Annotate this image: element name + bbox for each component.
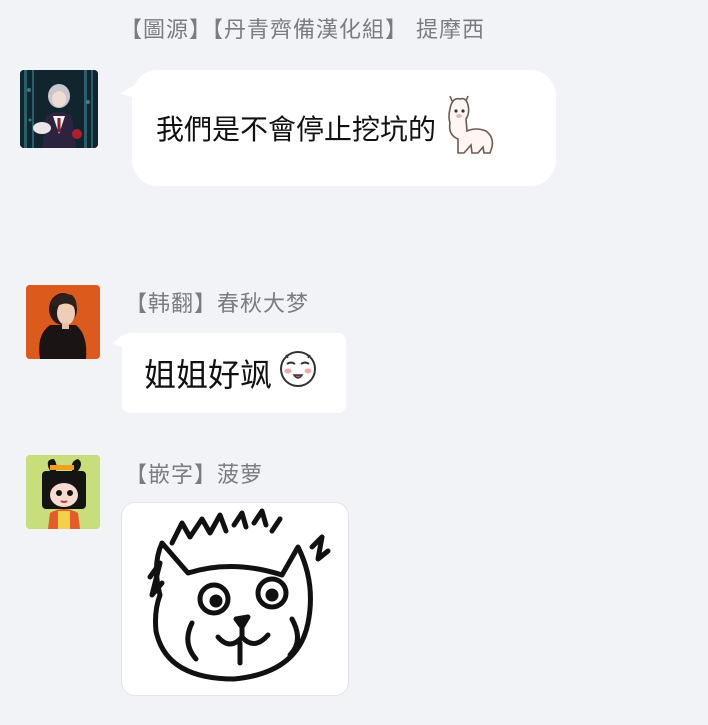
cat-face-sticker-icon (147, 508, 331, 682)
avatar[interactable] (26, 285, 100, 359)
blushing-face-emoji-icon (278, 349, 318, 397)
sender-name: 【韩翻】春秋大梦 (125, 292, 310, 317)
message-bubble[interactable]: 姐姐好飒 (122, 333, 346, 413)
avatar[interactable] (26, 455, 100, 529)
message-text: 我們是不會停止挖坑的 (156, 113, 437, 146)
cat-sticker[interactable] (121, 502, 349, 696)
message-bubble[interactable]: 我們是不會停止挖坑的 (132, 70, 556, 186)
sender-name: 【嵌字】菠萝 (125, 463, 264, 488)
sender-name: 【圖源】【丹青齊備漢化組】 提摩西 (120, 18, 485, 43)
avatar[interactable] (20, 70, 98, 148)
message-text: 姐姐好飒 (144, 356, 273, 394)
alpaca-emoji-icon (440, 95, 496, 162)
